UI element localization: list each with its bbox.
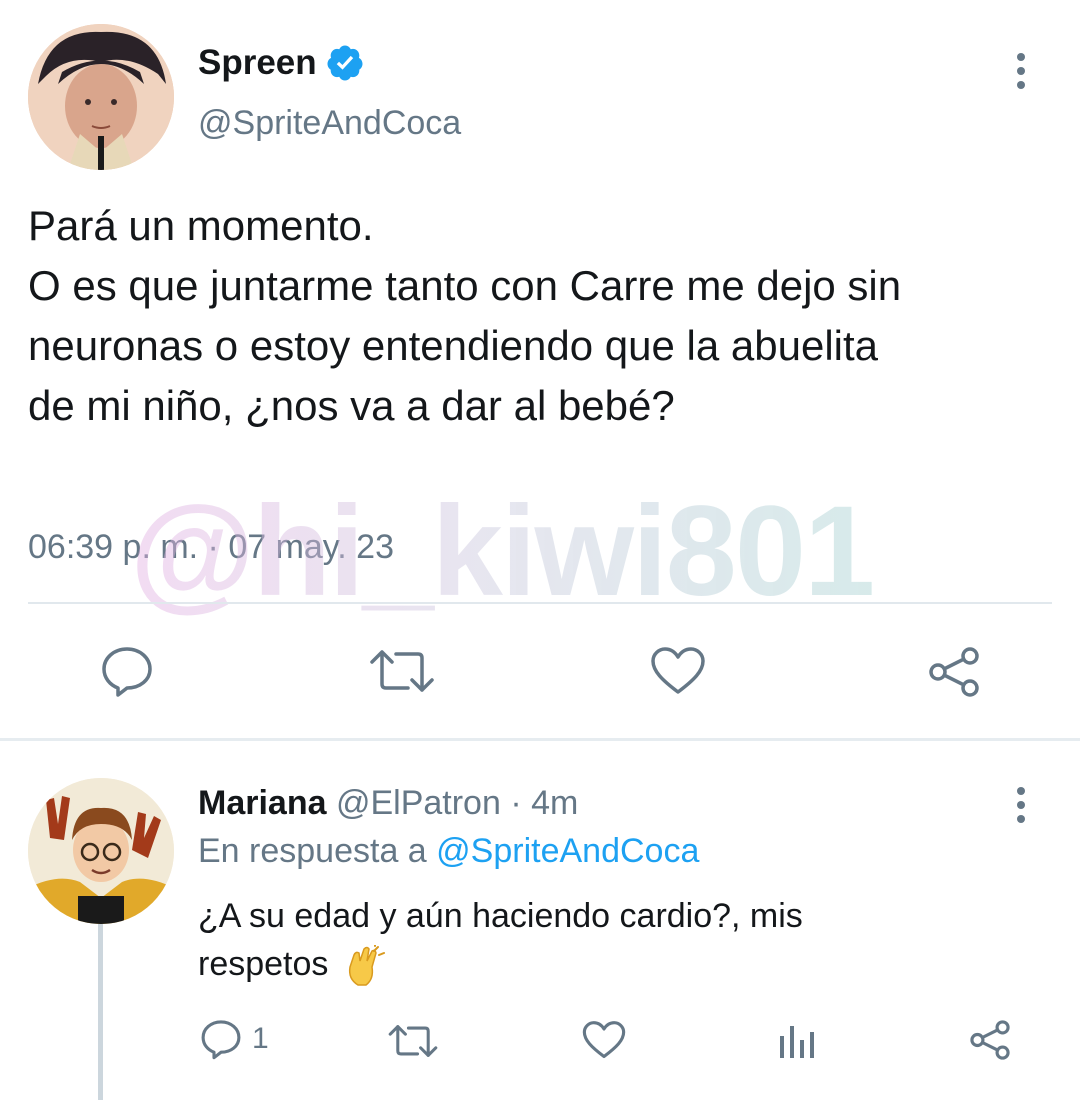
like-button[interactable] — [650, 646, 706, 696]
in-reply-prefix: En respuesta a — [198, 832, 427, 870]
thread-line — [98, 924, 103, 1100]
share-button[interactable] — [926, 644, 982, 700]
analytics-icon — [780, 1026, 814, 1058]
clapping-hands-emoji — [344, 945, 386, 987]
retweet-button[interactable] — [370, 646, 434, 696]
retweet-icon — [370, 650, 434, 692]
tweet-text-line: neuronas o estoy entendiendo que la abue… — [28, 322, 879, 369]
reply-reply-button[interactable]: 1 — [200, 1018, 269, 1060]
avatar-mariana-image — [28, 778, 174, 924]
reply-like-button[interactable] — [582, 1020, 626, 1060]
tweet-text-line: Pará un momento. — [28, 202, 374, 249]
reply-icon — [201, 1020, 241, 1060]
more-vertical-icon — [1017, 787, 1025, 823]
reply-text-line2: respetos — [198, 940, 1058, 988]
reply-handle[interactable]: @ElPatron — [336, 784, 501, 822]
more-options-button[interactable] — [1000, 50, 1042, 92]
avatar-mariana[interactable] — [28, 778, 174, 924]
tweet-text-line: de mi niño, ¿nos va a dar al bebé? — [28, 382, 675, 429]
avatar-spreen[interactable] — [28, 24, 174, 170]
reply-icon — [102, 647, 152, 697]
reply-share-button[interactable] — [968, 1018, 1012, 1062]
more-vertical-icon — [1017, 53, 1025, 89]
in-reply-handle-link[interactable]: @SpriteAndCoca — [436, 832, 699, 870]
author-handle[interactable]: @SpriteAndCoca — [198, 104, 461, 143]
reply-display-name[interactable]: Mariana — [198, 784, 327, 822]
reply-header: Mariana @ElPatron · 4m — [198, 784, 578, 823]
reply-more-options-button[interactable] — [1000, 784, 1042, 826]
like-icon — [582, 1021, 626, 1059]
retweet-icon — [388, 1025, 438, 1057]
reply-text: ¿A su edad y aún haciendo cardio?, mis r… — [198, 892, 1058, 988]
reply-count: 1 — [252, 1022, 269, 1055]
share-icon — [929, 647, 979, 697]
share-icon — [970, 1020, 1010, 1060]
tweet-text-line: O es que juntarme tanto con Carre me dej… — [28, 262, 902, 309]
tweet-text: Pará un momento. O es que juntarme tanto… — [28, 196, 1078, 436]
in-reply-to: En respuesta a @SpriteAndCoca — [198, 832, 699, 871]
verified-badge-icon — [325, 43, 365, 83]
reply-time[interactable]: 4m — [531, 784, 578, 822]
reply-separator: · — [510, 784, 522, 822]
section-divider — [0, 738, 1080, 741]
display-name[interactable]: Spreen — [198, 43, 317, 83]
reply-analytics-button[interactable] — [778, 1022, 816, 1060]
like-icon — [651, 647, 705, 694]
divider — [28, 602, 1052, 604]
reply-text-line: ¿A su edad y aún haciendo cardio?, mis — [198, 897, 803, 935]
author-name-row: Spreen — [198, 40, 365, 86]
reply-text-word: respetos — [198, 945, 329, 983]
avatar-spreen-image — [28, 24, 174, 170]
reply-button[interactable] — [100, 644, 154, 698]
reply-retweet-button[interactable] — [388, 1022, 438, 1060]
